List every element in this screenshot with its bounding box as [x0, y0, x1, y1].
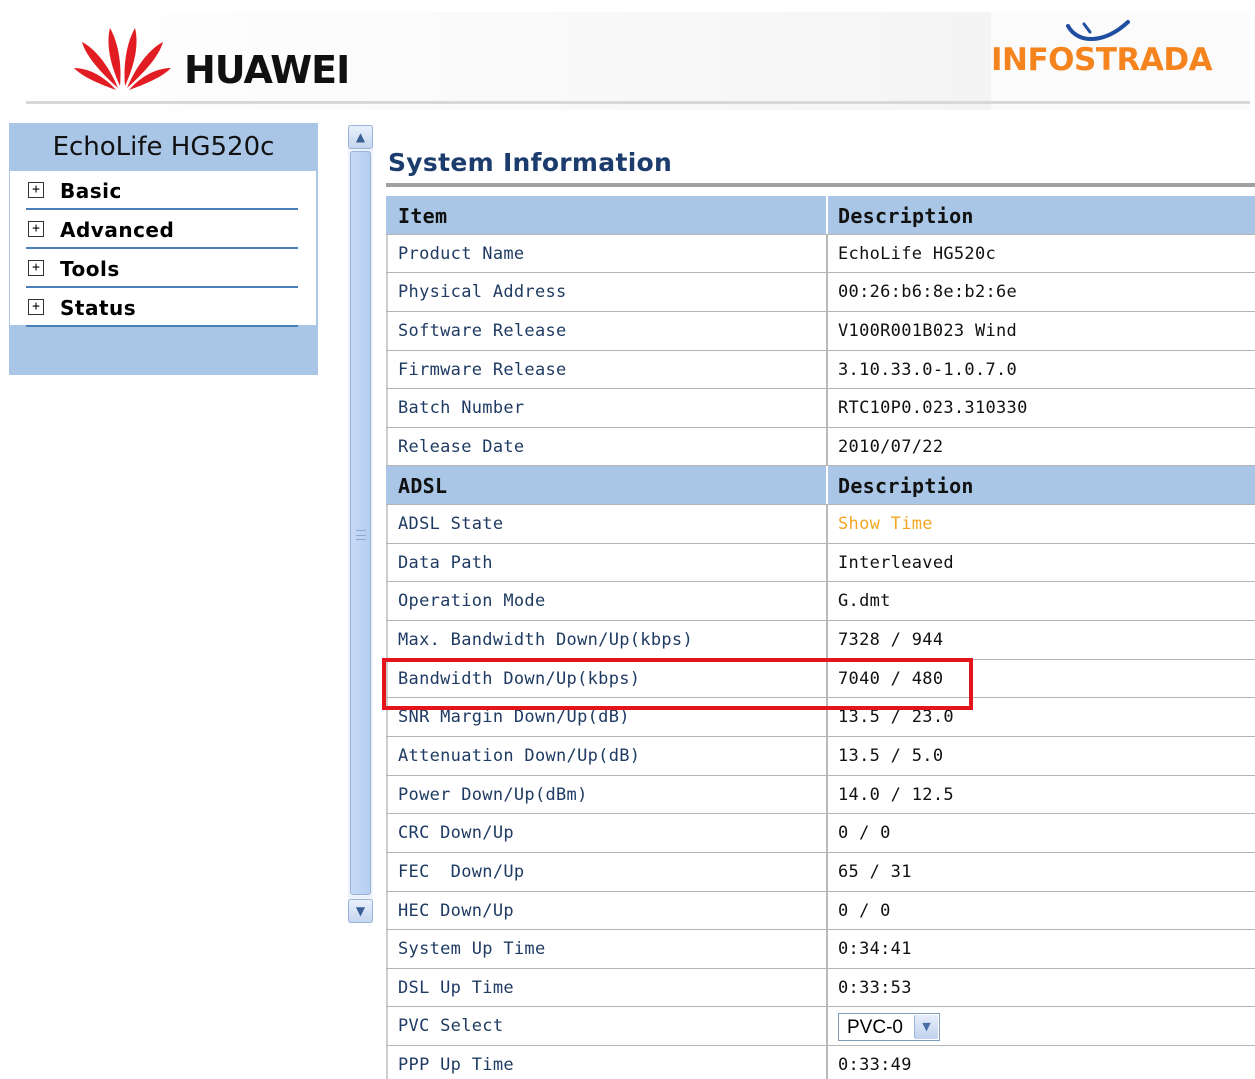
table-row: PPP Up Time 0:33:49: [386, 1046, 1255, 1079]
sidebar-item-status[interactable]: + Status: [26, 288, 298, 327]
item-value: 65 / 31: [838, 861, 912, 882]
item-value: 2010/07/22: [838, 436, 944, 457]
plus-box-icon[interactable]: +: [28, 299, 44, 315]
table-row: Max. Bandwidth Down/Up(kbps) 7328 / 944: [386, 621, 1255, 660]
item-label: Operation Mode: [398, 591, 546, 612]
item-value: Interleaved: [838, 552, 954, 573]
device-model-title: EchoLife HG520c: [9, 123, 318, 171]
adsl-state-value: Show Time: [838, 514, 933, 535]
column-header-description: Description: [838, 204, 974, 228]
plus-box-icon[interactable]: +: [28, 182, 44, 198]
item-value: 7040 / 480: [838, 668, 944, 689]
item-label: SNR Margin Down/Up(dB): [398, 707, 630, 728]
table-row: Product Name EchoLife HG520c: [386, 234, 1255, 274]
sidebar-menu: + Basic + Advanced + Tools + Status: [10, 171, 316, 327]
page-title: System Information: [388, 148, 673, 177]
plus-box-icon[interactable]: +: [28, 221, 44, 237]
table-row: Bandwidth Down/Up(kbps) 7040 / 480: [386, 659, 1255, 699]
chevron-down-icon[interactable]: ▼: [914, 1015, 938, 1040]
table-row: DSL Up Time 0:33:53: [386, 968, 1255, 1008]
item-label: Batch Number: [398, 398, 525, 419]
table-row: Power Down/Up(dBm) 14.0 / 12.5: [386, 775, 1255, 815]
item-label: System Up Time: [398, 939, 546, 960]
item-label: PVC Select: [398, 1016, 504, 1037]
item-label: Release Date: [398, 436, 525, 457]
table-row: Attenuation Down/Up(dB) 13.5 / 5.0: [386, 736, 1255, 776]
item-value: 0:33:49: [838, 1055, 912, 1076]
table-row: Software Release V100R001B023 Wind: [386, 311, 1255, 351]
item-label: PPP Up Time: [398, 1055, 514, 1076]
item-label: Firmware Release: [398, 359, 567, 380]
sidebar-scrollbar[interactable]: ▲ ▼: [348, 125, 373, 923]
table-row: CRC Down/Up 0 / 0: [386, 814, 1255, 853]
table-row: ADSL State Show Time: [386, 505, 1255, 544]
infostrada-wordmark: INFOSTRADA: [991, 42, 1213, 78]
huawei-wordmark: HUAWEI: [184, 48, 350, 92]
item-value: 0 / 0: [838, 900, 891, 921]
item-label: Attenuation Down/Up(dB): [398, 745, 641, 766]
item-value: 13.5 / 23.0: [838, 707, 954, 728]
item-label: HEC Down/Up: [398, 900, 514, 921]
item-value: EchoLife HG520c: [838, 243, 997, 264]
sidebar: EchoLife HG520c + Basic + Advanced + Too…: [9, 123, 318, 375]
table-header-row: Item Description: [386, 196, 1255, 235]
item-value: 14.0 / 12.5: [838, 784, 954, 805]
title-divider: [386, 183, 1255, 187]
item-value: 0:34:41: [838, 939, 912, 960]
column-header-adsl: ADSL: [398, 474, 448, 499]
item-value: 00:26:b6:8e:b2:6e: [838, 282, 1018, 303]
table-row: Firmware Release 3.10.33.0-1.0.7.0: [386, 350, 1255, 390]
sidebar-item-basic[interactable]: + Basic: [26, 171, 298, 210]
sidebar-item-label[interactable]: Tools: [60, 257, 120, 281]
scrollbar-grip-icon: [356, 530, 366, 540]
item-label: Max. Bandwidth Down/Up(kbps): [398, 630, 693, 651]
table-row: PVC Select PVC-0 ▼: [386, 1007, 1255, 1047]
adsl-header-row: ADSL Description: [386, 466, 1255, 506]
item-value: 3.10.33.0-1.0.7.0: [838, 359, 1018, 380]
sidebar-item-label[interactable]: Status: [60, 296, 136, 320]
column-header-item: Item: [398, 204, 448, 228]
item-value: 13.5 / 5.0: [838, 745, 944, 766]
table-row: Operation Mode G.dmt: [386, 582, 1255, 622]
sidebar-item-label[interactable]: Advanced: [60, 218, 174, 242]
item-value: 0:33:53: [838, 977, 912, 998]
header-divider: [26, 101, 1250, 104]
item-value: V100R001B023 Wind: [838, 320, 1018, 341]
pvc-selected-value[interactable]: PVC-0: [847, 1017, 903, 1039]
item-value: G.dmt: [838, 591, 891, 612]
item-label: Power Down/Up(dBm): [398, 784, 588, 805]
chevron-down-icon[interactable]: ▼: [348, 899, 373, 923]
table-row: Data Path Interleaved: [386, 543, 1255, 583]
item-value: RTC10P0.023.310330: [838, 398, 1028, 419]
table-row: Batch Number RTC10P0.023.310330: [386, 389, 1255, 428]
table-row: System Up Time 0:34:41: [386, 930, 1255, 969]
item-label: Physical Address: [398, 282, 567, 303]
system-info-table: Item Description Product Name EchoLife H…: [386, 196, 1255, 1079]
table-row: FEC Down/Up 65 / 31: [386, 852, 1255, 892]
table-row: Physical Address 00:26:b6:8e:b2:6e: [386, 273, 1255, 312]
table-row: Release Date 2010/07/22: [386, 427, 1255, 467]
item-value: 7328 / 944: [838, 630, 944, 651]
sidebar-item-label[interactable]: Basic: [60, 179, 122, 203]
table-row: HEC Down/Up 0 / 0: [386, 891, 1255, 931]
column-header-description: Description: [838, 474, 974, 499]
item-label: DSL Up Time: [398, 977, 514, 998]
item-label: CRC Down/Up: [398, 823, 514, 844]
item-label: Software Release: [398, 320, 567, 341]
item-label: Data Path: [398, 552, 493, 573]
huawei-logo-icon: [74, 28, 171, 90]
plus-box-icon[interactable]: +: [28, 260, 44, 276]
sidebar-item-tools[interactable]: + Tools: [26, 249, 298, 288]
item-label: FEC Down/Up: [398, 861, 525, 882]
scrollbar-thumb[interactable]: [350, 151, 371, 895]
item-value: 0 / 0: [838, 823, 891, 844]
pvc-select-dropdown[interactable]: PVC-0 ▼: [838, 1013, 940, 1042]
sidebar-item-advanced[interactable]: + Advanced: [26, 210, 298, 249]
table-row: SNR Margin Down/Up(dB) 13.5 / 23.0: [386, 698, 1255, 737]
item-label: Product Name: [398, 243, 525, 264]
item-label: Bandwidth Down/Up(kbps): [398, 668, 641, 689]
item-label: ADSL State: [398, 514, 504, 535]
chevron-up-icon[interactable]: ▲: [348, 125, 373, 149]
